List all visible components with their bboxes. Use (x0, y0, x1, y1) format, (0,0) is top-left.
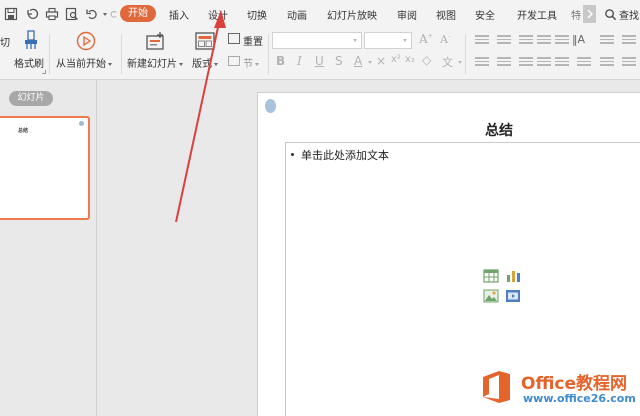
print-icon[interactable] (44, 6, 60, 22)
new-slide-label: 新建幻灯片 (127, 59, 177, 70)
more-tabs-button[interactable] (583, 5, 596, 23)
save-icon[interactable] (3, 6, 19, 22)
watermark-url: www.office26.com (523, 392, 636, 405)
justify-icon[interactable] (537, 57, 551, 69)
watermark-brand: Office教程网 (521, 369, 627, 394)
undo-icon[interactable] (84, 6, 100, 22)
eraser-icon[interactable]: ◇ (422, 53, 431, 67)
bullet-list-icon[interactable] (475, 35, 489, 47)
print-preview-icon[interactable] (64, 6, 80, 22)
thumbnail-title: 总结 (18, 128, 29, 134)
divider (465, 34, 466, 74)
tab-insert[interactable]: 插入 (169, 7, 189, 22)
reset-icon[interactable] (228, 33, 240, 44)
insert-content-icons (483, 269, 527, 309)
ribbon-toolbar: 切 格式刷 从当前开始 新建幻灯片 版式 重置 节 A+ A- B I U S … (0, 28, 640, 80)
tab-review[interactable]: 审阅 (397, 7, 417, 22)
smart-art-icon[interactable] (622, 57, 636, 69)
bold-icon[interactable]: B (276, 54, 285, 68)
play-from-current-button[interactable]: 从当前开始 (56, 55, 112, 70)
layout-button[interactable]: 版式 (192, 55, 218, 70)
tab-developer[interactable]: 开发工具 (517, 7, 557, 22)
play-icon[interactable] (74, 30, 98, 52)
search-icon (605, 8, 617, 20)
align-right-icon[interactable] (519, 57, 533, 69)
superscript-icon[interactable]: x² (391, 54, 401, 65)
section-button[interactable]: 节 (243, 55, 259, 70)
decrease-font-icon[interactable]: A- (440, 33, 450, 46)
format-painter-label[interactable]: 格式刷 (14, 55, 44, 70)
paragraph-spacing-icon[interactable] (600, 57, 614, 69)
tab-slideshow[interactable]: 幻灯片放映 (327, 7, 377, 22)
font-color-dropdown-icon[interactable] (368, 61, 372, 64)
dialog-launcher-icon[interactable] (42, 70, 46, 74)
layout-icon[interactable] (193, 31, 217, 51)
insert-video-icon[interactable] (505, 289, 521, 303)
new-slide-button[interactable]: 新建幻灯片 (127, 55, 183, 70)
align-left-icon[interactable] (475, 57, 489, 69)
character-spacing-dropdown-icon[interactable] (458, 61, 462, 64)
slides-panel-tab[interactable]: 幻灯片 (9, 91, 53, 106)
character-spacing-icon[interactable]: 文 (442, 54, 453, 70)
play-from-current-label: 从当前开始 (56, 59, 106, 70)
section-label: 节 (243, 59, 253, 70)
clear-format-icon[interactable]: × (376, 54, 386, 68)
reset-button[interactable]: 重置 (243, 33, 263, 48)
columns-icon[interactable] (622, 35, 636, 47)
underline-icon[interactable]: U (315, 54, 324, 68)
subscript-icon[interactable]: x₂ (405, 54, 415, 65)
new-slide-icon[interactable] (144, 30, 168, 52)
align-vertical-icon[interactable] (577, 57, 591, 69)
chevron-right-icon (587, 10, 593, 18)
distribute-icon[interactable] (555, 57, 569, 69)
font-size-select[interactable] (364, 32, 412, 49)
bullet-icon (291, 153, 294, 156)
insert-table-icon[interactable] (483, 269, 499, 283)
search-button[interactable]: 查找 (604, 5, 639, 23)
content-placeholder-text[interactable]: 单击此处添加文本 (301, 147, 389, 163)
office-logo-icon (483, 371, 510, 403)
increase-indent-icon[interactable] (537, 35, 551, 47)
decrease-indent-icon[interactable] (519, 35, 533, 47)
font-name-select[interactable] (272, 32, 362, 49)
watermark: Office教程网 www.office26.com (471, 366, 640, 416)
slide-panel: 幻灯片 总结 (0, 80, 97, 416)
slide-thumbnail[interactable]: 总结 (0, 116, 90, 220)
slide-title[interactable]: 总结 (485, 120, 513, 140)
tab-design[interactable]: 设计 (208, 7, 228, 22)
tab-transition[interactable]: 切换 (247, 7, 267, 22)
numbered-list-icon[interactable] (497, 35, 511, 47)
redo-icon[interactable] (109, 6, 119, 22)
thumbnail-badge-icon (79, 121, 84, 126)
undo-history-icon[interactable] (24, 6, 40, 22)
divider (268, 34, 269, 74)
cut-button[interactable]: 切 (0, 34, 10, 49)
font-color-icon[interactable]: A (354, 54, 362, 68)
search-label: 查找 (619, 10, 639, 22)
align-text-icon[interactable] (600, 35, 614, 47)
format-painter-icon[interactable] (19, 30, 43, 50)
divider (121, 34, 122, 74)
increase-font-icon[interactable]: A+ (419, 32, 433, 46)
menu-bar: 开始 插入 设计 切换 动画 幻灯片放映 审阅 视图 安全 开发工具 特 查找 (0, 0, 640, 28)
insert-picture-icon[interactable] (483, 289, 499, 303)
tab-overflow[interactable]: 特 (571, 7, 581, 22)
align-center-icon[interactable] (497, 57, 511, 69)
tab-start[interactable]: 开始 (120, 5, 156, 22)
watermark-brand-cn: 教程网 (576, 374, 628, 394)
shadow-text-icon[interactable]: S (335, 54, 343, 68)
section-icon[interactable] (228, 56, 240, 66)
italic-icon[interactable]: I (297, 54, 302, 68)
slide-logo-icon (265, 99, 276, 113)
divider (49, 34, 50, 74)
layout-label: 版式 (192, 59, 212, 70)
undo-dropdown-icon[interactable] (101, 6, 109, 22)
tab-view[interactable]: 视图 (436, 7, 456, 22)
insert-chart-icon[interactable] (505, 269, 521, 283)
text-direction-icon[interactable]: ‖A (572, 33, 585, 46)
tab-security[interactable]: 安全 (475, 7, 495, 22)
watermark-brand-office: Office (521, 374, 577, 394)
tab-animation[interactable]: 动画 (287, 7, 307, 22)
line-spacing-icon[interactable] (555, 35, 569, 47)
